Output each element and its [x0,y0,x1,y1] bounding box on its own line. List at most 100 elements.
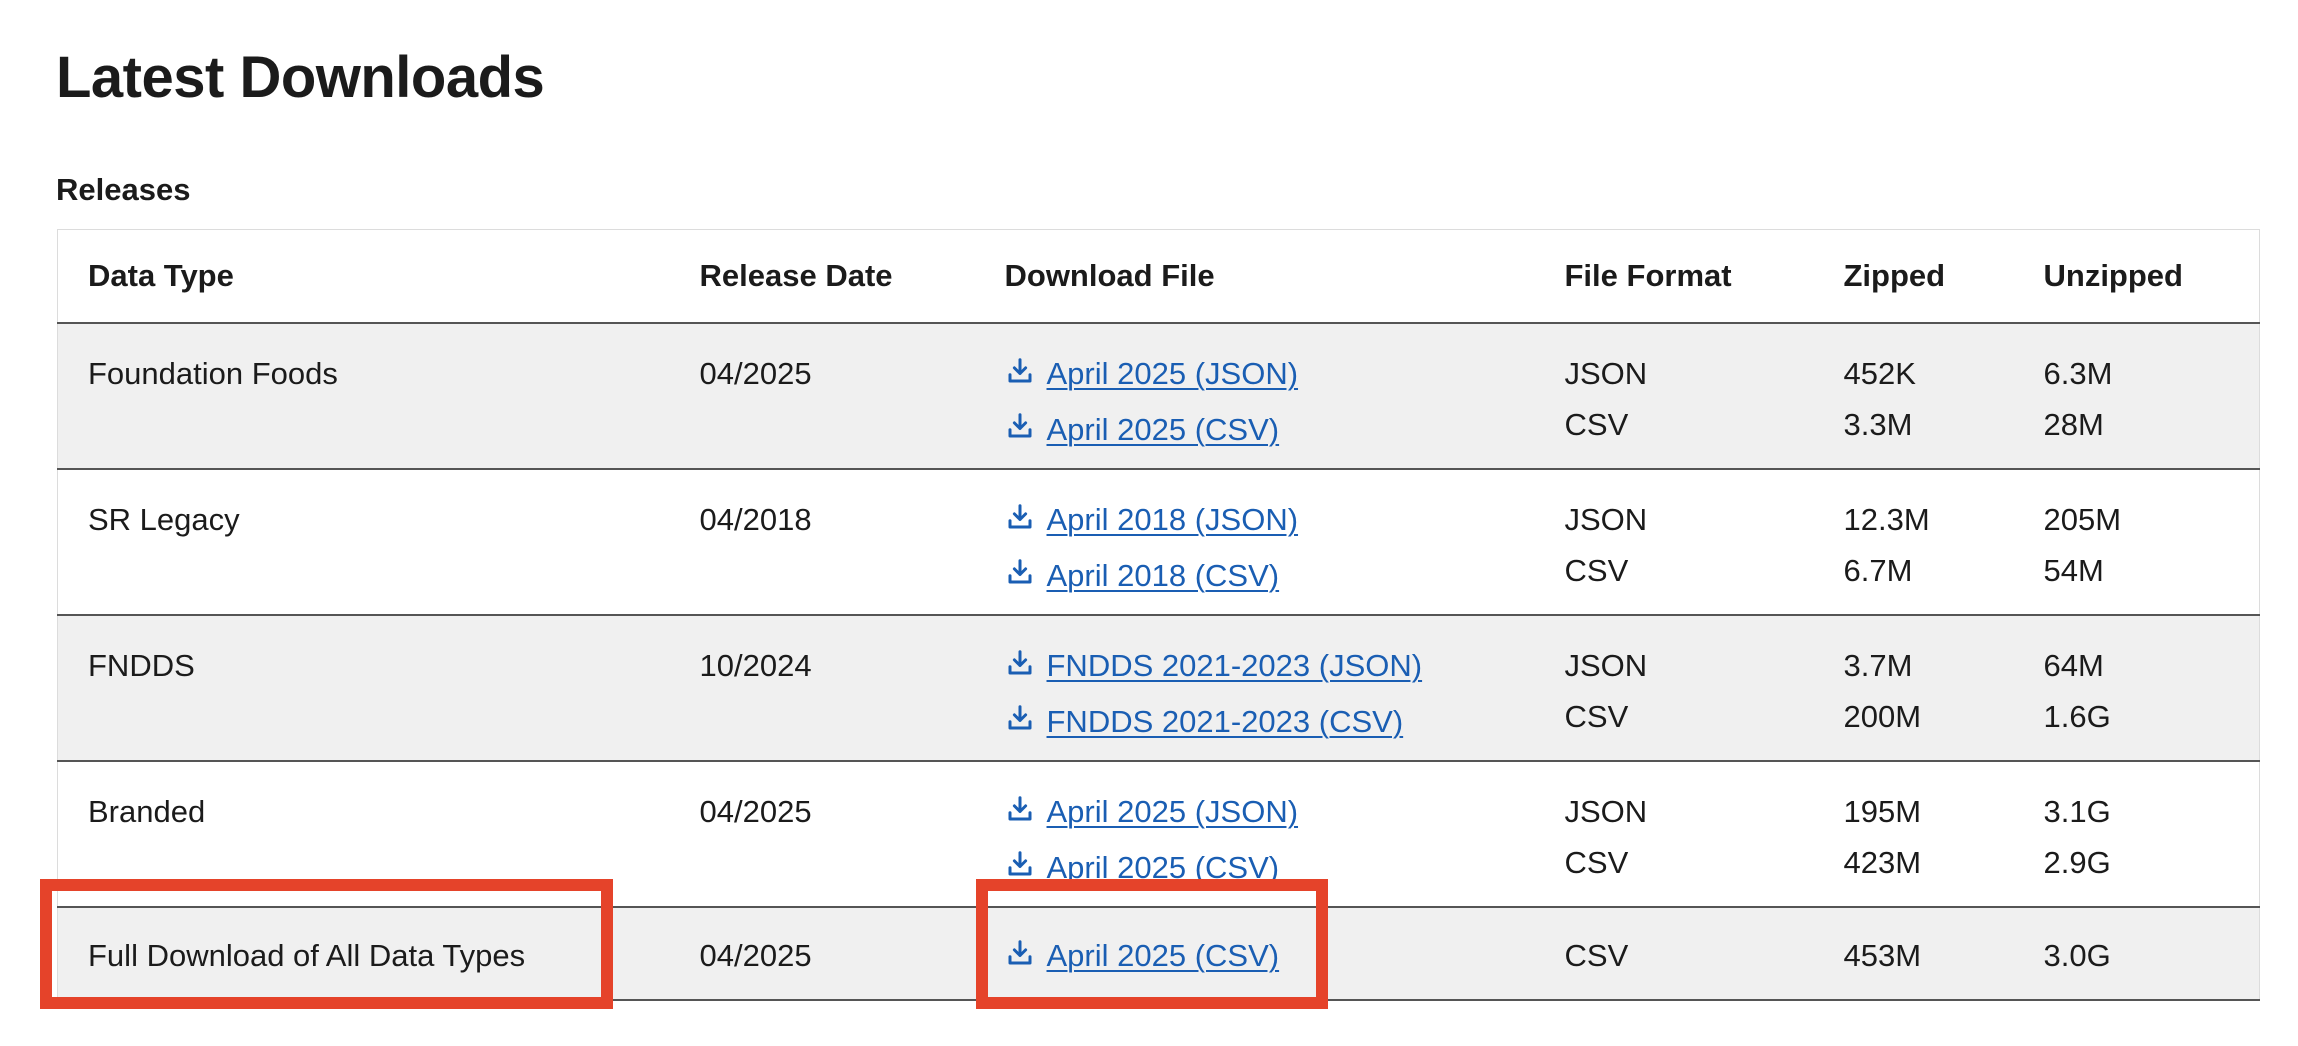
download-link[interactable]: April 2025 (CSV) [1005,842,1280,893]
download-file-cell: April 2025 (JSON) April 2025 (CSV) [974,323,1535,470]
unzipped-size-value: 28M [2043,407,2104,442]
download-link[interactable]: FNDDS 2021-2023 (CSV) [1005,696,1404,747]
column-header-unzipped: Unzipped [2013,229,2260,324]
file-format-value: CSV [1564,938,1629,973]
unzipped-size-cell: 3.1G 2.9G [2013,761,2260,908]
download-icon [1005,849,1035,879]
download-icon [1005,411,1035,441]
zipped-size-cell: 3.7M 200M [1813,615,2014,762]
download-link-label: April 2025 (CSV) [1046,938,1280,973]
unzipped-size-value: 54M [2043,553,2104,588]
zipped-size-cell: 453M [1813,907,2014,1001]
file-format-cell: JSON CSV [1534,323,1814,470]
download-link[interactable]: April 2018 (CSV) [1005,550,1280,601]
data-type-cell: Full Download of All Data Types [57,907,670,1001]
zipped-size-cell: 12.3M 6.7M [1813,469,2014,616]
download-link[interactable]: FNDDS 2021-2023 (JSON) [1005,640,1423,691]
release-date-value: 10/2024 [699,648,812,683]
unzipped-size-value: 3.0G [2043,938,2111,973]
file-format-value: CSV [1564,407,1629,442]
zipped-size-value: 12.3M [1843,502,1930,537]
zipped-size-value: 195M [1843,794,1922,829]
download-file-cell: FNDDS 2021-2023 (JSON) FNDDS 2021-2023 (… [974,615,1535,762]
zipped-size-value: 423M [1843,845,1922,880]
data-type-cell: SR Legacy [57,469,670,616]
unzipped-size-value: 3.1G [2043,794,2111,829]
file-format-value: CSV [1564,553,1629,588]
download-link[interactable]: April 2018 (JSON) [1005,494,1299,545]
file-format-cell: CSV [1534,907,1814,1001]
file-format-cell: JSON CSV [1534,469,1814,616]
release-date-cell: 10/2024 [669,615,975,762]
unzipped-size-value: 6.3M [2043,356,2113,391]
data-type-label: FNDDS [88,648,195,683]
file-format-value: JSON [1564,502,1648,537]
page-title: Latest Downloads [56,45,545,110]
file-format-value: JSON [1564,794,1648,829]
table-row: Foundation Foods 04/2025 April 2025 (JSO… [57,323,2260,470]
release-date-cell: 04/2025 [669,761,975,908]
unzipped-size-cell: 64M 1.6G [2013,615,2260,762]
zipped-size-cell: 195M 423M [1813,761,2014,908]
release-date-cell: 04/2025 [669,323,975,470]
data-type-cell: FNDDS [57,615,670,762]
file-format-cell: JSON CSV [1534,615,1814,762]
zipped-size-value: 6.7M [1843,553,1913,588]
download-file-cell: April 2025 (JSON) April 2025 (CSV) [974,761,1535,908]
download-link-label: April 2018 (JSON) [1046,502,1299,537]
data-type-cell: Branded [57,761,670,908]
file-format-value: CSV [1564,699,1629,734]
header-row: Data Type Release Date Download File Fil… [57,229,2260,324]
releases-table-container: Data Type Release Date Download File Fil… [57,229,2260,1001]
download-icon [1005,502,1035,532]
download-icon [1005,648,1035,678]
file-format-value: CSV [1564,845,1629,880]
data-type-cell: Foundation Foods [57,323,670,470]
download-file-cell: April 2025 (CSV) [974,907,1535,1001]
zipped-size-value: 453M [1843,938,1922,973]
data-type-label: Branded [88,794,206,829]
unzipped-size-value: 1.6G [2043,699,2111,734]
unzipped-size-cell: 3.0G [2013,907,2260,1001]
download-link-label: FNDDS 2021-2023 (CSV) [1046,703,1404,739]
download-icon [1005,557,1035,587]
file-format-cell: JSON CSV [1534,761,1814,908]
download-link-label: April 2018 (CSV) [1046,557,1280,593]
download-link[interactable]: April 2025 (JSON) [1005,786,1299,837]
column-header-zipped: Zipped [1813,229,2014,324]
zipped-size-value: 3.3M [1843,407,1913,442]
download-link[interactable]: April 2025 (CSV) [1005,404,1280,455]
download-link[interactable]: April 2025 (CSV) [1005,930,1280,981]
download-icon [1005,938,1035,968]
unzipped-size-cell: 205M 54M [2013,469,2260,616]
unzipped-size-value: 2.9G [2043,845,2111,880]
column-header-download-file: Download File [974,229,1535,324]
data-type-label: Foundation Foods [88,356,338,391]
table-header: Data Type Release Date Download File Fil… [57,229,2260,324]
download-link-label: April 2025 (CSV) [1046,411,1280,447]
download-link[interactable]: April 2025 (JSON) [1005,348,1299,399]
data-type-label: SR Legacy [88,502,240,537]
file-format-value: JSON [1564,648,1648,683]
download-file-cell: April 2018 (JSON) April 2018 (CSV) [974,469,1535,616]
table-caption: Releases [56,172,191,207]
download-icon [1005,794,1035,824]
release-date-value: 04/2018 [699,502,812,537]
download-link-label: FNDDS 2021-2023 (JSON) [1046,648,1423,683]
table-row: Branded 04/2025 April 2025 (JSON) April … [57,761,2260,908]
download-link-label: April 2025 (JSON) [1046,356,1299,391]
unzipped-size-value: 64M [2043,648,2104,683]
zipped-size-cell: 452K 3.3M [1813,323,2014,470]
zipped-size-value: 452K [1843,356,1916,391]
release-date-value: 04/2025 [699,794,812,829]
table-row: FNDDS 10/2024 FNDDS 2021-2023 (JSON) FND… [57,615,2260,762]
download-icon [1005,356,1035,386]
table-body: Foundation Foods 04/2025 April 2025 (JSO… [57,323,2260,1001]
release-date-value: 04/2025 [699,356,812,391]
unzipped-size-value: 205M [2043,502,2122,537]
download-link-label: April 2025 (JSON) [1046,794,1299,829]
releases-table: Data Type Release Date Download File Fil… [57,229,2260,1001]
download-link-label: April 2025 (CSV) [1046,849,1280,885]
release-date-cell: 04/2025 [669,907,975,1001]
zipped-size-value: 3.7M [1843,648,1913,683]
